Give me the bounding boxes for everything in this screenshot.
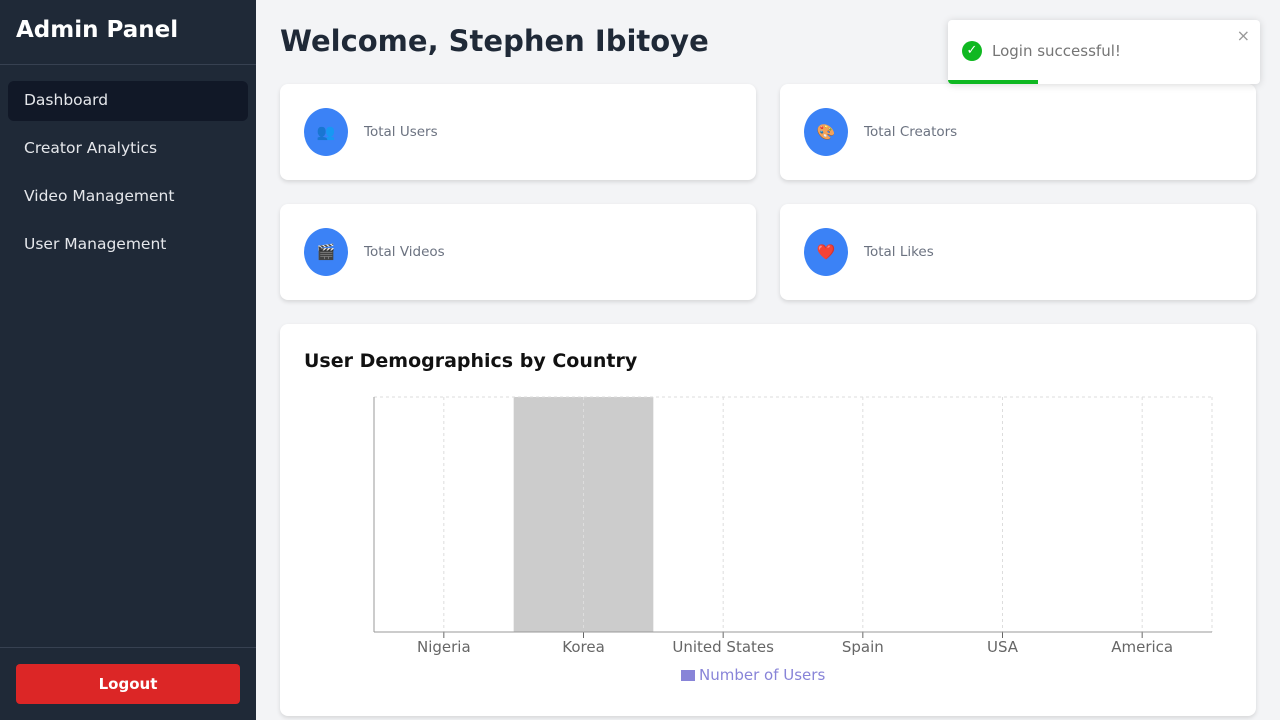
clapper-icon: 🎬 [304,228,348,276]
x-tick-label: USA [987,638,1019,656]
bar-chart[interactable]: Nigeria Korea United States Spain USA America… [280,324,1256,716]
app-title: Admin Panel [0,0,256,65]
stat-label: Total Users [364,124,438,140]
sidebar-item-creator-analytics[interactable]: Creator Analytics [8,129,248,169]
main-content: Welcome, Stephen Ibitoye 👥 Total Users 🎨… [256,0,1280,720]
sidebar-nav: Dashboard Creator Analytics Video Manage… [0,65,256,289]
demographics-chart-card: User Demographics by Country Nigeria Kore… [280,324,1256,716]
toast-progress-bar [948,80,1039,84]
logout-button[interactable]: Logout [16,664,240,704]
palette-icon: 🎨 [804,108,848,156]
sidebar-item-video-management[interactable]: Video Management [8,177,248,217]
sidebar-item-user-management[interactable]: User Management [8,225,248,265]
stat-card-total-creators: 🎨 Total Creators [780,84,1256,180]
toast-notification: ✓ Login successful! × [948,20,1260,84]
sidebar: Admin Panel Dashboard Creator Analytics … [0,0,256,720]
stat-label: Total Likes [864,244,934,260]
x-tick-label: America [1111,638,1173,656]
sidebar-item-dashboard[interactable]: Dashboard [8,81,248,121]
x-tick-label: Korea [562,638,605,656]
stat-card-total-users: 👥 Total Users [280,84,756,180]
page-title: Welcome, Stephen Ibitoye [280,24,709,58]
stat-label: Total Videos [364,244,445,260]
heart-icon: ❤️ [804,228,848,276]
x-tick-label: Nigeria [417,638,471,656]
toast-message: Login successful! [992,42,1121,60]
x-tick-label: United States [672,638,774,656]
x-tick-label: Spain [842,638,884,656]
check-circle-icon: ✓ [962,41,982,61]
legend-swatch [681,670,695,681]
users-icon: 👥 [304,108,348,156]
stat-label: Total Creators [864,124,958,140]
stat-card-total-videos: 🎬 Total Videos [280,204,756,300]
stat-card-total-likes: ❤️ Total Likes [780,204,1256,300]
legend-label: Number of Users [699,666,825,684]
close-icon[interactable]: × [1237,26,1250,45]
sidebar-footer: Logout [0,647,256,720]
